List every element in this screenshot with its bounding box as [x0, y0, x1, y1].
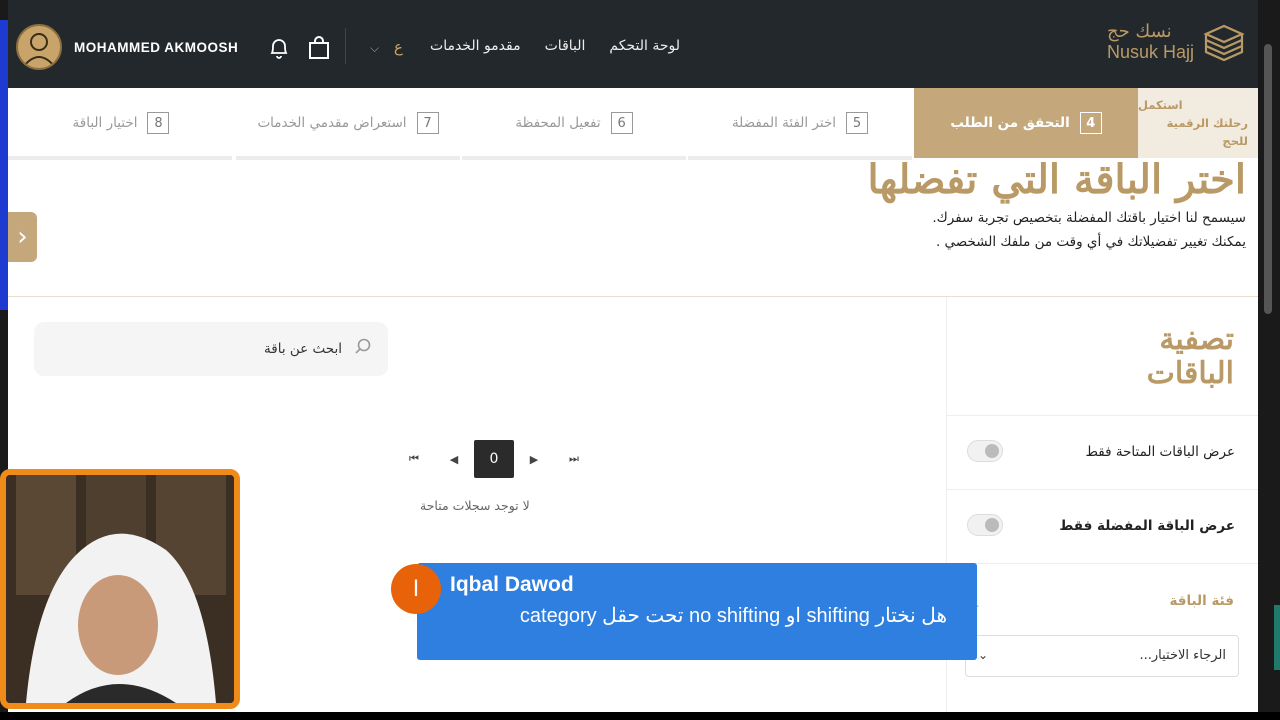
nav-dashboard[interactable]: لوحة التحكم: [609, 38, 680, 54]
sender-name: Iqbal Dawod: [450, 573, 574, 596]
chevron-down-icon: ⌄: [978, 648, 989, 662]
main-nav: لوحة التحكم الباقات مقدمو الخدمات: [430, 38, 680, 54]
bell-icon[interactable]: [268, 36, 290, 60]
filter-favorite-row: عرض الباقة المفضلة فقط: [947, 489, 1258, 563]
current-page[interactable]: 0: [474, 440, 514, 478]
first-page-icon[interactable]: ⏮: [394, 440, 434, 478]
user-avatar-icon: [23, 33, 55, 67]
top-header: نسك حج Nusuk Hajj لوحة التحكم الباقات مق…: [8, 0, 1258, 88]
step-number: 8: [147, 112, 170, 134]
step-number: 4: [1079, 112, 1102, 134]
step-number: 5: [846, 112, 869, 134]
chat-message-text: هل نختار shifting او no shifting تحت حقل…: [519, 605, 947, 627]
bottom-edge: [0, 712, 1280, 720]
filter-title: تصفية الباقات: [1146, 322, 1234, 391]
step-progress-line: [236, 156, 460, 160]
step-progress-line: [462, 156, 686, 160]
intro-line-2: يمكنك تغيير تفضيلاتك في أي وقت من ملفك ا…: [935, 234, 1246, 250]
prev-page-icon[interactable]: ◀: [434, 440, 474, 478]
next-page-icon[interactable]: ▶: [514, 440, 554, 478]
scrollbar[interactable]: [1264, 44, 1272, 314]
step-label: استعراض مقدمي الخدمات: [257, 115, 407, 131]
available-only-label: عرض الباقات المتاحة فقط: [1085, 444, 1235, 460]
step-first-line1: استكمل: [1138, 98, 1183, 112]
nav-service-providers[interactable]: مقدمو الخدمات: [430, 38, 521, 54]
empty-state: لا توجد سجلات متاحة: [420, 498, 530, 513]
step-label: اختر الفئة المفضلة: [731, 115, 837, 131]
user-name[interactable]: MOHAMMED AKMOOSH: [74, 40, 238, 55]
language-label: ع: [393, 38, 403, 56]
page-title: اختر الباقة التي تفضلها: [867, 156, 1246, 203]
step-label: التحقق من الطلب: [950, 115, 1070, 131]
search-icon: [355, 338, 371, 354]
chat-message-overlay: I Iqbal Dawod هل نختار shifting او no sh…: [391, 563, 977, 660]
pagination: ⏮ ◀ 0 ▶ ⏭: [394, 440, 594, 478]
step-number: 6: [610, 112, 633, 134]
user-avatar[interactable]: [16, 24, 62, 70]
presenter-video: [6, 475, 234, 703]
right-edge: [1258, 0, 1280, 720]
step-8-package[interactable]: 8 اختيار الباقة: [8, 88, 234, 158]
favorite-only-toggle[interactable]: [967, 514, 1003, 536]
filter-available-row: عرض الباقات المتاحة فقط: [947, 415, 1258, 489]
last-page-icon[interactable]: ⏭: [554, 440, 594, 478]
nusuk-logo[interactable]: نسك حج Nusuk Hajj: [1107, 20, 1246, 64]
screen: نسك حج Nusuk Hajj لوحة التحكم الباقات مق…: [0, 0, 1280, 720]
logo-english: Nusuk Hajj: [1106, 42, 1194, 62]
step-number: 7: [416, 112, 439, 134]
step-7-providers[interactable]: 7 استعراض مقدمي الخدمات: [236, 88, 460, 158]
step-progress-line: [8, 156, 232, 160]
filter-panel: تصفية الباقات عرض الباقات المتاحة فقط عر…: [946, 297, 1258, 712]
step-label: اختيار الباقة: [72, 115, 138, 131]
package-search[interactable]: ابحث عن باقة: [34, 322, 388, 376]
search-input[interactable]: ابحث عن باقة: [264, 341, 342, 357]
step-label: تفعيل المحفظة: [515, 115, 601, 131]
step-4-verify[interactable]: 4 التحقق من الطلب: [914, 88, 1138, 158]
nav-packages[interactable]: الباقات: [545, 38, 586, 54]
page-intro: اختر الباقة التي تفضلها سيسمح لنا اختيار…: [867, 160, 1246, 254]
shopping-bag-icon[interactable]: [308, 36, 330, 60]
category-label: فئة الباقة: [1169, 593, 1234, 609]
category-select-value: الرجاء الاختيار...: [1139, 648, 1226, 663]
side-drawer-toggle[interactable]: ›: [8, 212, 37, 262]
progress-stepper: استكمل رحلتك الرقمية للحج 4 التحقق من ال…: [8, 88, 1258, 164]
webcam-feed: [0, 469, 240, 709]
intro-line-1: سيسمح لنا اختيار باقتك المفضلة بتخصيص تج…: [932, 210, 1246, 226]
category-select[interactable]: الرجاء الاختيار... ⌄: [965, 635, 1239, 677]
step-digital-journey[interactable]: استكمل رحلتك الرقمية للحج: [1138, 88, 1258, 158]
favorite-only-label: عرض الباقة المفضلة فقط: [1059, 518, 1235, 534]
step-5-category[interactable]: 5 اختر الفئة المفضلة: [688, 88, 912, 158]
sender-avatar: I: [391, 564, 441, 614]
available-only-toggle[interactable]: [967, 440, 1003, 462]
kaaba-logo-icon: [1203, 24, 1245, 62]
language-switch[interactable]: ⌵ ع: [370, 38, 403, 56]
step-6-wallet[interactable]: 6 تفعيل المحفظة: [462, 88, 686, 158]
chevron-down-icon: ⌵: [370, 41, 380, 55]
header-divider: [345, 28, 346, 64]
chevron-right-icon: ›: [17, 222, 28, 252]
step-first-line2: رحلتك الرقمية للحج: [1166, 116, 1248, 148]
logo-arabic: نسك حج: [1106, 21, 1172, 42]
